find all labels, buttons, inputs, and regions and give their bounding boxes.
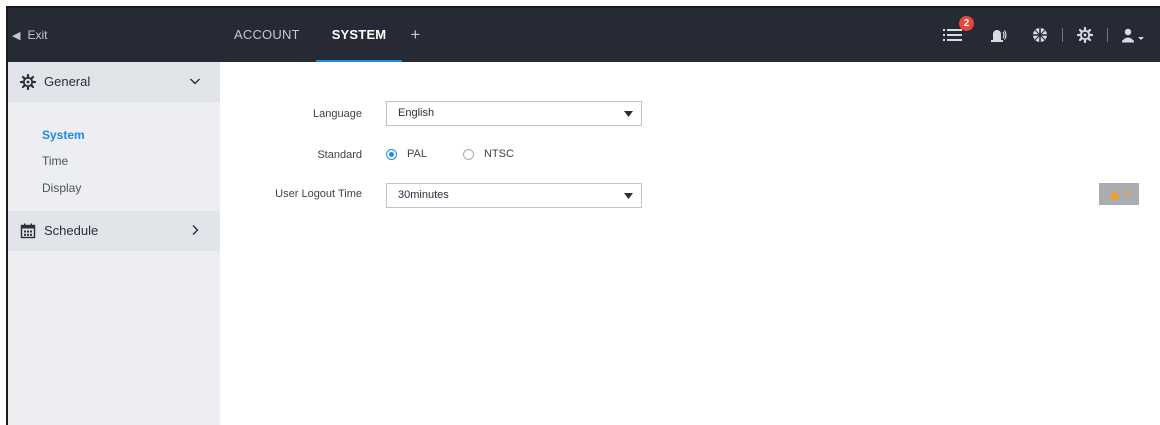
settings-button[interactable] xyxy=(1075,25,1095,45)
network-button[interactable] xyxy=(1030,25,1050,45)
event-count-badge: 2 xyxy=(959,16,974,31)
language-label: Language xyxy=(313,108,362,120)
event-list-button[interactable]: 2 xyxy=(940,16,974,45)
network-icon xyxy=(1033,28,1047,42)
tab-system[interactable]: SYSTEM xyxy=(315,8,403,62)
calendar-icon xyxy=(20,223,36,239)
settings-panel: Language English Standard PAL NTSC User … xyxy=(220,62,1160,425)
add-tab-button[interactable]: + xyxy=(402,8,428,62)
sidebar-item-system[interactable]: System xyxy=(42,128,85,142)
exit-button[interactable]: ◀ Exit xyxy=(12,8,47,62)
toolbar-divider xyxy=(1062,28,1063,42)
warning-badge[interactable]: 0 xyxy=(1099,183,1139,205)
logout-time-value: 30minutes xyxy=(398,189,449,201)
sidebar: General System Time Display Schedule xyxy=(8,62,220,425)
radio-button xyxy=(462,148,474,160)
alarm-button[interactable] xyxy=(988,25,1008,45)
logout-time-label: User Logout Time xyxy=(275,188,362,200)
sidebar-group-schedule[interactable]: Schedule xyxy=(8,211,220,251)
back-arrow-icon: ◀ xyxy=(12,29,21,42)
event-list-icon xyxy=(943,29,962,41)
tab-bar: ACCOUNT SYSTEM + xyxy=(218,8,428,62)
warning-icon xyxy=(1108,189,1120,199)
user-menu-button[interactable] xyxy=(1120,25,1146,45)
radio-button-selected xyxy=(386,148,397,160)
settings-icon xyxy=(1077,27,1093,43)
tab-account[interactable]: ACCOUNT xyxy=(218,8,316,62)
caret-down-icon xyxy=(624,193,633,199)
chevron-right-icon xyxy=(192,225,199,235)
user-icon xyxy=(1122,28,1144,43)
sidebar-group-label: Schedule xyxy=(44,223,99,238)
caret-down-icon xyxy=(624,111,633,117)
sidebar-item-display[interactable]: Display xyxy=(42,181,81,195)
top-bar: ◀ Exit ACCOUNT SYSTEM + 2 xyxy=(8,8,1160,62)
warning-count: 0 xyxy=(1123,188,1130,200)
app-window: ◀ Exit ACCOUNT SYSTEM + 2 General System… xyxy=(6,6,1160,425)
standard-label: Standard xyxy=(317,149,362,161)
toolbar-icons: 2 xyxy=(940,8,1160,62)
alarm-icon xyxy=(991,30,1007,42)
standard-radio-group: PAL NTSC xyxy=(386,148,514,160)
sidebar-group-label: General xyxy=(44,74,91,89)
logout-time-select[interactable]: 30minutes xyxy=(386,183,642,208)
toolbar-divider-2 xyxy=(1107,28,1108,42)
gear-icon xyxy=(20,74,36,90)
language-value: English xyxy=(398,107,435,119)
radio-ntsc-label: NTSC xyxy=(483,148,514,160)
chevron-down-icon xyxy=(190,78,200,85)
exit-label: Exit xyxy=(27,28,48,42)
radio-pal[interactable]: PAL xyxy=(386,148,427,160)
radio-ntsc[interactable]: NTSC xyxy=(462,148,514,160)
language-select[interactable]: English xyxy=(386,101,642,126)
radio-pal-label: PAL xyxy=(407,148,427,160)
sidebar-item-time[interactable]: Time xyxy=(42,154,68,168)
sidebar-group-general[interactable]: General xyxy=(8,62,220,102)
